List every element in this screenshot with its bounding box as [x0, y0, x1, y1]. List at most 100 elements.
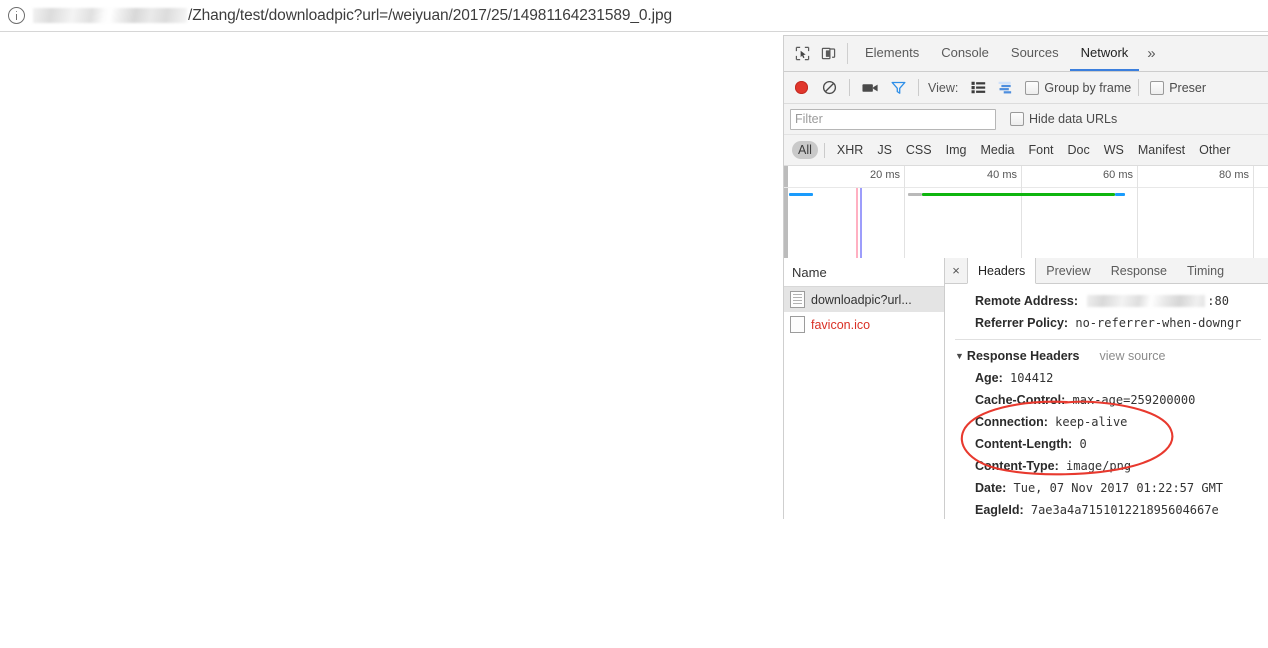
browser-url-bar[interactable]: /Zhang/test/downloadpic?url=/weiyuan/201…: [0, 0, 1268, 32]
overview-tick-40ms: 40 ms: [987, 169, 1017, 181]
preserve-log-label: Preser: [1169, 80, 1207, 95]
overview-tick-80ms: 80 ms: [1219, 169, 1249, 181]
tab-console[interactable]: Console: [930, 36, 1000, 71]
tab-elements[interactable]: Elements: [854, 36, 930, 71]
clear-button[interactable]: [816, 75, 842, 100]
header-key: Referrer Policy:: [975, 316, 1069, 331]
overview-tick-20ms: 20 ms: [870, 169, 900, 181]
type-filter-img[interactable]: Img: [940, 141, 973, 159]
view-source-link[interactable]: view source: [1099, 349, 1165, 363]
group-by-frame-control[interactable]: Group by frame: [1025, 80, 1131, 95]
preserve-log-control[interactable]: Preser: [1150, 80, 1207, 95]
clear-icon: [822, 80, 836, 95]
waterfall-view-button[interactable]: [993, 75, 1019, 100]
section-divider: [955, 339, 1261, 341]
header-key: Remote Address:: [975, 294, 1079, 309]
header-key: Date:: [975, 481, 1007, 496]
url-text: /Zhang/test/downloadpic?url=/weiyuan/201…: [188, 6, 673, 24]
header-value: no-referrer-when-downgr: [1075, 316, 1242, 331]
type-filter-font[interactable]: Font: [1023, 141, 1060, 159]
group-by-frame-checkbox[interactable]: [1025, 80, 1040, 95]
header-value: keep-alive: [1055, 415, 1128, 430]
header-value: 104412: [1010, 371, 1054, 386]
detail-tabstrip: × Headers Preview Response Timing: [945, 258, 1268, 285]
requests-column-header[interactable]: Name: [784, 258, 944, 287]
toolbar-divider: [918, 79, 919, 96]
type-filter-media[interactable]: Media: [974, 141, 1020, 159]
devtools-tool-icons: [784, 36, 845, 71]
resource-type-filters: All XHR JS CSS Img Media Font Doc WS Man…: [784, 135, 1268, 166]
header-key: EagleId:: [975, 503, 1024, 518]
response-headers-section-header[interactable]: ▼ Response Headers view source: [945, 345, 1268, 367]
redacted-value: [1087, 295, 1206, 308]
hide-data-urls-checkbox[interactable]: [1010, 112, 1024, 126]
header-value: 0: [1079, 437, 1087, 452]
inspect-element-icon[interactable]: [789, 41, 815, 67]
triangle-down-icon[interactable]: ▼: [955, 346, 964, 366]
capture-screenshots-button[interactable]: [857, 75, 883, 100]
overview-tick-60ms: 60 ms: [1103, 169, 1133, 181]
type-filter-other[interactable]: Other: [1193, 141, 1236, 159]
header-value: :80: [1207, 294, 1229, 309]
filter-input[interactable]: [790, 108, 996, 130]
filter-toggle-button[interactable]: [885, 75, 911, 100]
hide-data-urls-control[interactable]: Hide data URLs: [1010, 112, 1117, 126]
requests-list: Name downloadpic?url... favicon.ico: [784, 258, 945, 519]
network-overview-timeline[interactable]: 20 ms 40 ms 60 ms 80 ms: [784, 166, 1268, 261]
header-row-referrer-policy: Referrer Policy: no-referrer-when-downgr: [945, 312, 1268, 334]
list-view-icon: [971, 81, 986, 94]
header-key: Age:: [975, 371, 1003, 386]
device-toolbar-icon[interactable]: [815, 41, 841, 67]
request-name: favicon.ico: [811, 317, 871, 332]
request-detail-pane: × Headers Preview Response Timing Remote…: [945, 258, 1268, 519]
overview-request-bar: [789, 193, 813, 196]
waterfall-view-icon: [998, 81, 1011, 94]
list-view-button[interactable]: [965, 75, 991, 100]
network-bottom-area: Name downloadpic?url... favicon.ico × He…: [784, 258, 1268, 519]
request-name: downloadpic?url...: [811, 292, 912, 307]
record-button[interactable]: [788, 75, 814, 100]
type-filter-manifest[interactable]: Manifest: [1132, 141, 1191, 159]
header-value: Tue, 07 Nov 2017 01:22:57 GMT: [1013, 481, 1224, 496]
table-row[interactable]: downloadpic?url...: [784, 287, 944, 312]
info-circle-icon[interactable]: [8, 7, 25, 24]
type-filter-doc[interactable]: Doc: [1062, 141, 1096, 159]
type-filter-js[interactable]: JS: [871, 141, 898, 159]
detail-tab-timing[interactable]: Timing: [1177, 258, 1234, 283]
devtools-panel: Elements Console Sources Network » View:…: [783, 35, 1268, 519]
header-key: Content-Length:: [975, 437, 1073, 452]
header-value: 7ae3a4a715101221895604667e: [1030, 503, 1219, 518]
filter-funnel-icon: [891, 81, 905, 94]
header-value: max-age=259200000: [1072, 393, 1196, 408]
load-event-line: [860, 188, 862, 260]
devtools-tabstrip: Elements Console Sources Network »: [784, 36, 1268, 72]
detail-tab-preview[interactable]: Preview: [1036, 258, 1100, 283]
detail-tab-response[interactable]: Response: [1101, 258, 1177, 283]
detail-tab-headers[interactable]: Headers: [967, 258, 1037, 285]
more-tabs-icon[interactable]: »: [1139, 36, 1163, 71]
table-row[interactable]: favicon.ico: [784, 312, 944, 337]
header-key: Content-Type:: [975, 459, 1059, 474]
close-icon[interactable]: ×: [945, 258, 967, 283]
type-filter-all[interactable]: All: [792, 141, 818, 159]
overview-request-bar: [922, 193, 1115, 196]
devtools-tabs: Elements Console Sources Network: [854, 36, 1140, 71]
header-row-remote-address: Remote Address: :80: [945, 290, 1268, 312]
tab-sources[interactable]: Sources: [1000, 36, 1070, 71]
toolbar-divider: [849, 79, 850, 96]
preserve-log-checkbox[interactable]: [1150, 80, 1165, 95]
tab-network[interactable]: Network: [1069, 36, 1140, 71]
header-key: Cache-Control:: [975, 393, 1066, 408]
type-filter-css[interactable]: CSS: [900, 141, 938, 159]
type-filter-xhr[interactable]: XHR: [831, 141, 869, 159]
toolbar-divider: [1138, 79, 1140, 96]
header-value: image/png: [1066, 459, 1132, 474]
screenshot-root: /Zhang/test/downloadpic?url=/weiyuan/201…: [0, 0, 1268, 648]
record-button-icon: [794, 81, 808, 94]
headers-content: Remote Address: :80 Referrer Policy: no-…: [945, 284, 1268, 519]
view-label: View:: [928, 80, 959, 95]
type-filter-ws[interactable]: WS: [1098, 141, 1130, 159]
generic-file-icon: [790, 316, 805, 333]
camera-icon: [861, 83, 878, 92]
header-row-date: Date: Tue, 07 Nov 2017 01:22:57 GMT: [945, 477, 1268, 499]
